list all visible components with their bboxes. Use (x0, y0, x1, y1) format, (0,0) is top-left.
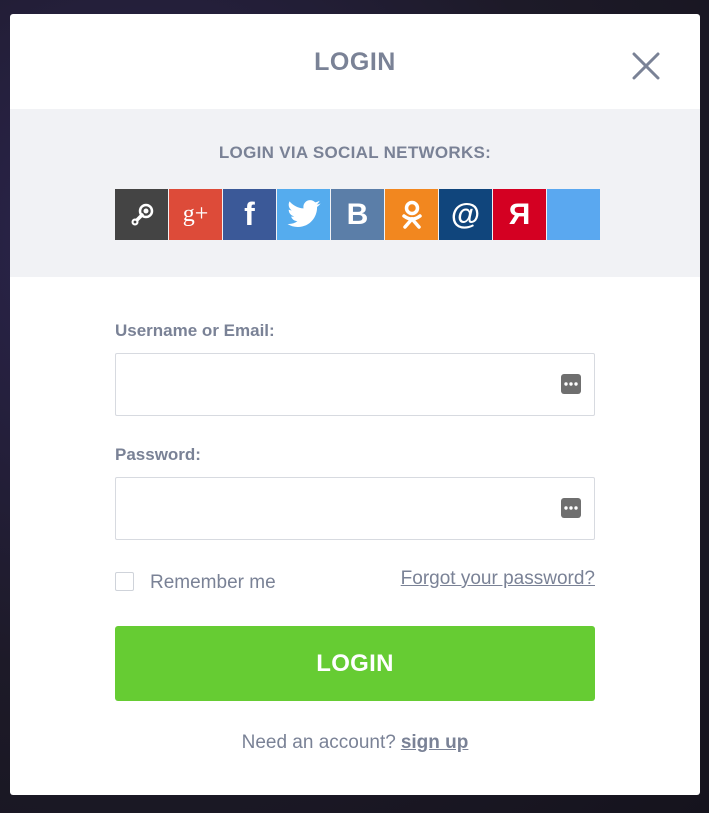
social-login-section: LOGIN VIA SOCIAL NETWORKS: g+ f B @ Я (10, 109, 700, 277)
username-input[interactable] (116, 354, 546, 415)
remember-me-checkbox[interactable] (115, 571, 134, 591)
signup-link[interactable]: sign up (401, 732, 469, 753)
google-plus-icon: g+ (182, 201, 209, 227)
forgot-password-link[interactable]: Forgot your password? (401, 568, 595, 590)
password-field (115, 477, 595, 540)
username-label: Username or Email: (115, 321, 275, 340)
at-sign-icon: @ (450, 197, 481, 231)
social-heading: LOGIN VIA SOCIAL NETWORKS: (218, 143, 492, 162)
password-manager-icon[interactable] (560, 373, 582, 395)
close-icon (632, 52, 660, 80)
twitter-login-button[interactable] (277, 189, 330, 240)
vk-login-button[interactable]: B (331, 189, 384, 240)
steam-icon (131, 203, 153, 225)
signup-prompt: Need an account? (241, 732, 396, 753)
facebook-icon: f (244, 196, 255, 232)
remember-me-label[interactable]: Remember me (150, 572, 276, 594)
password-label: Password: (115, 445, 201, 464)
modal-header: LOGIN (10, 14, 700, 109)
yandex-icon: Я (508, 197, 531, 231)
remember-me: Remember me (115, 570, 276, 594)
mail-ru-login-button[interactable]: @ (439, 189, 492, 240)
username-field (115, 353, 595, 416)
login-modal: LOGIN LOGIN VIA SOCIAL NETWORKS: g+ f B … (10, 14, 700, 795)
social-buttons: g+ f B @ Я (115, 189, 600, 240)
twitter-bird-icon (287, 199, 320, 227)
password-input[interactable] (116, 478, 546, 539)
login-button[interactable]: LOGIN (115, 626, 595, 701)
close-button[interactable] (630, 50, 662, 82)
yandex-login-button[interactable]: Я (493, 189, 546, 240)
blank-social-button[interactable] (547, 189, 600, 240)
password-manager-icon[interactable] (560, 497, 582, 519)
vk-icon: B (346, 197, 369, 231)
signup-row: Need an account? sign up (115, 732, 595, 754)
odnoklassniki-icon (401, 200, 422, 229)
steam-login-button[interactable] (115, 189, 168, 240)
facebook-login-button[interactable]: f (223, 189, 276, 240)
google-plus-login-button[interactable]: g+ (169, 189, 222, 240)
modal-title: LOGIN (314, 48, 396, 76)
odnoklassniki-login-button[interactable] (385, 189, 438, 240)
